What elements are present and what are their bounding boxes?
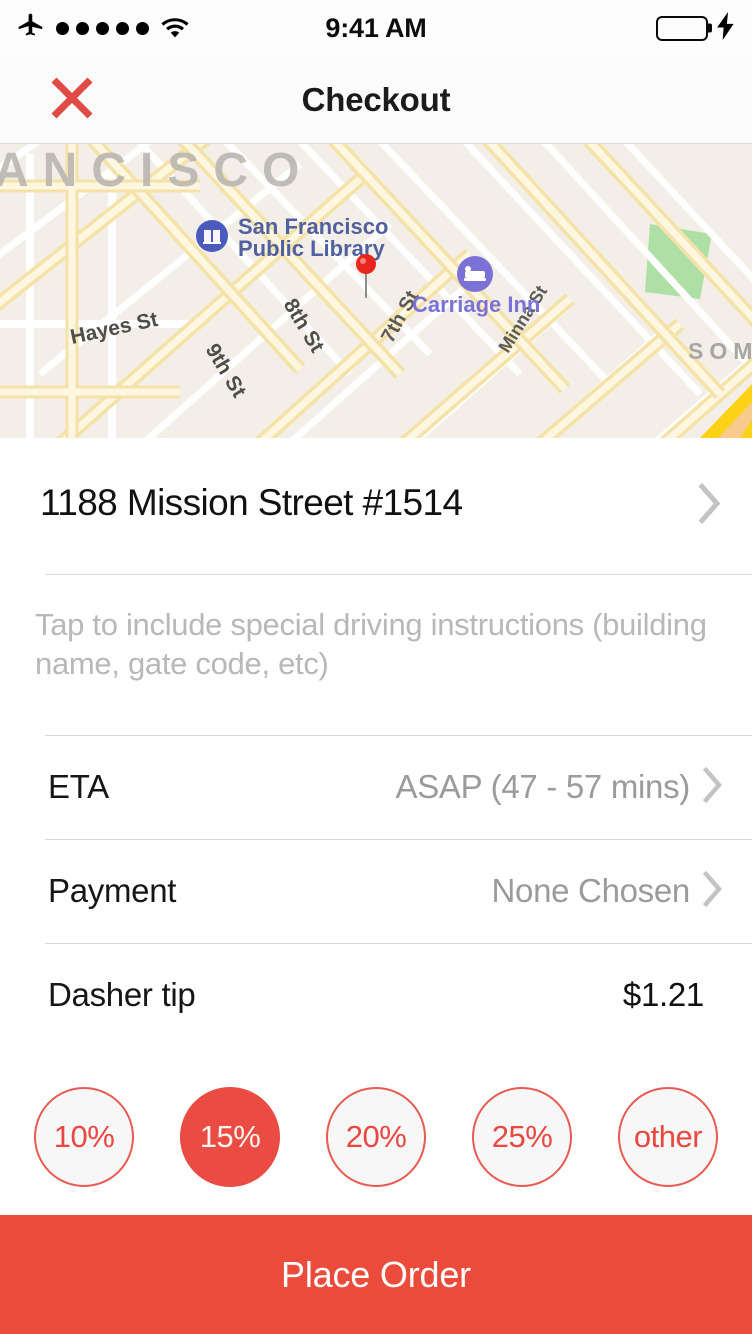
payment-label: Payment [48, 872, 177, 910]
delivery-address-text: 1188 Mission Street #1514 [40, 482, 463, 523]
payment-row[interactable]: Payment None Chosen [0, 840, 752, 943]
status-bar-clock: 9:41 AM [325, 12, 427, 43]
chevron-right-icon [698, 482, 722, 529]
eta-label: ETA [48, 768, 109, 806]
dasher-tip-row: Dasher tip $1.21 [0, 944, 752, 1047]
svg-text:ANCISCO: ANCISCO [0, 144, 313, 197]
chevron-right-icon [702, 870, 724, 913]
close-x-icon [47, 73, 97, 126]
tip-option-15[interactable]: 15% [180, 1086, 280, 1187]
tip-option-10[interactable]: 10% [34, 1086, 134, 1187]
tip-option-25[interactable]: 25% [472, 1086, 572, 1187]
payment-value: None Chosen [491, 872, 690, 910]
driving-instructions-placeholder: Tap to include special driving instructi… [35, 606, 707, 682]
checkout-content: 1188 Mission Street #1514 Tap to include… [0, 438, 752, 1215]
tip-option-20[interactable]: 20% [326, 1086, 426, 1187]
svg-text:SOMA: SOMA [688, 338, 752, 364]
checkout-screen: 9:41 AM Checkout ANCISCO SOM 7th St Minn… [0, 0, 752, 1334]
delivery-map[interactable]: ANCISCO SOMA 7th St Minna St 8th St 9th … [0, 144, 752, 438]
close-button[interactable] [40, 68, 104, 132]
driving-instructions-input[interactable]: Tap to include special driving instructi… [0, 575, 752, 735]
tip-options: 10% 15% 20% 25% other [0, 1047, 752, 1215]
eta-row[interactable]: ETA ASAP (47 - 57 mins) [0, 736, 752, 839]
delivery-address-row[interactable]: 1188 Mission Street #1514 [0, 438, 752, 574]
page-title: Checkout [301, 80, 451, 118]
svg-text:Carriage Inn: Carriage Inn [412, 292, 540, 317]
tip-option-other[interactable]: other [618, 1086, 718, 1187]
status-bar: 9:41 AM [0, 0, 752, 56]
chevron-right-icon [702, 766, 724, 809]
navigation-bar: Checkout [0, 56, 752, 144]
dasher-tip-label: Dasher tip [48, 976, 196, 1014]
battery-full-icon [656, 15, 708, 41]
dasher-tip-amount: $1.21 [622, 976, 704, 1014]
eta-value: ASAP (47 - 57 mins) [395, 768, 691, 806]
place-order-button[interactable]: Place Order [0, 1215, 752, 1334]
